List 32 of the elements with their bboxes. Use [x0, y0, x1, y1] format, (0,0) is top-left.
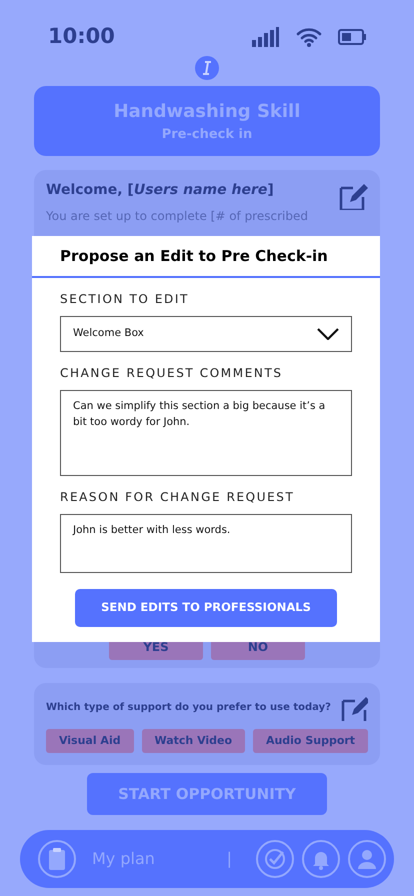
welcome-text: You are set up to complete [# of prescribed — [46, 208, 309, 225]
check-button[interactable] — [256, 840, 294, 878]
send-edits-button[interactable]: SEND EDITS TO PROFESSIONALS — [75, 589, 337, 627]
clipboard-icon — [48, 847, 66, 871]
logo-icon — [195, 56, 219, 80]
user-icon — [356, 848, 378, 870]
status-time: 10:00 — [48, 23, 115, 50]
dialog-title: Propose an Edit to Pre Check-in — [32, 236, 380, 278]
section-select[interactable]: Welcome Box — [60, 316, 352, 352]
header-subtitle: Pre-check in — [160, 126, 254, 144]
battery-icon — [338, 29, 366, 45]
bell-button[interactable] — [302, 840, 340, 878]
comment-field[interactable]: John is better with less words. — [60, 514, 352, 573]
check-icon — [264, 848, 286, 870]
plan-button[interactable] — [38, 840, 76, 878]
wifi-icon — [296, 27, 322, 47]
start-button[interactable]: START OPPORTUNITY — [87, 773, 327, 815]
signal-icon — [252, 27, 280, 47]
support-option-button[interactable]: Audio Support — [253, 729, 368, 753]
header-title: Handwashing Skill — [112, 100, 302, 124]
welcome-greeting: Welcome, [Users name here] — [46, 181, 274, 200]
support-option-button[interactable]: Visual Aid — [46, 729, 134, 753]
nav-separator: | — [226, 848, 232, 870]
nav-label: My plan — [92, 848, 155, 870]
support-question: Which type of support do you prefer to use today? — [46, 700, 331, 714]
field-label: CHANGE REQUEST COMMENTS — [60, 365, 284, 382]
field-label: REASON FOR CHANGE REQUEST — [60, 489, 296, 506]
comment-field[interactable]: Can we simplify this section a big because it’s a bit too wordy for John. — [60, 390, 352, 476]
chevron-down-icon — [317, 328, 339, 340]
support-option-button[interactable]: Watch Video — [142, 729, 245, 753]
field-label: SECTION TO EDIT — [60, 291, 190, 308]
user-button[interactable] — [348, 840, 386, 878]
